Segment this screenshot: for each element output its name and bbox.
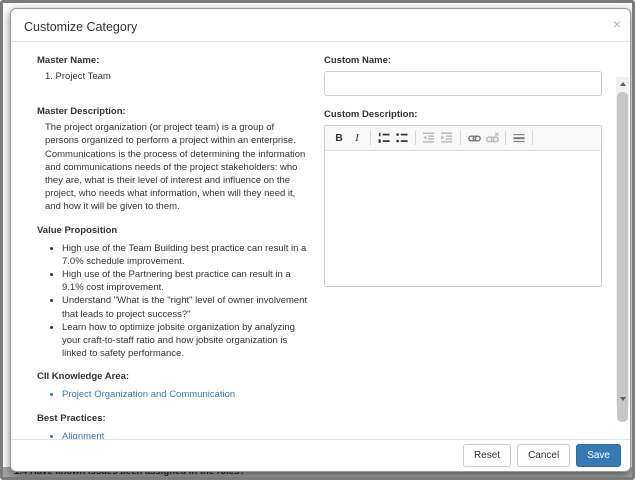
- knowledge-area-link[interactable]: Project Organization and Communication: [62, 389, 235, 400]
- custom-description-editor[interactable]: [325, 151, 601, 286]
- unlink-button[interactable]: [483, 129, 501, 147]
- cii-knowledge-area-list: Project Organization and Communication: [37, 388, 309, 401]
- scroll-up-arrow[interactable]: [616, 77, 629, 91]
- indent-button[interactable]: [438, 129, 456, 147]
- master-description-label: Master Description:: [37, 106, 126, 118]
- arrow-down-icon: [619, 397, 626, 401]
- best-practice-link-alignment[interactable]: Alignment: [62, 431, 104, 439]
- master-name-label: Master Name:: [37, 55, 100, 66]
- custom-name-label: Custom Name:: [324, 55, 392, 66]
- close-icon[interactable]: ×: [613, 17, 621, 31]
- reset-button[interactable]: Reset: [462, 444, 512, 467]
- browser-frame: 1.4 Have known issues been assigned in t…: [0, 0, 635, 480]
- unordered-list-icon: [396, 133, 408, 143]
- cii-knowledge-area-label: CII Knowledge Area:: [37, 371, 130, 383]
- list-item: Alignment: [62, 430, 309, 439]
- italic-icon: I: [355, 132, 359, 144]
- dialog-header: Customize Category ×: [11, 9, 630, 42]
- bold-button[interactable]: B: [330, 129, 348, 147]
- link-button[interactable]: [465, 129, 483, 147]
- toolbar-separator: [460, 131, 461, 145]
- list-item: Understand "What is the "right" level of…: [62, 294, 309, 320]
- editor-toolbar: B I: [325, 126, 601, 151]
- unlink-icon: [485, 131, 499, 142]
- outdent-icon: [423, 132, 435, 143]
- master-info-panel: Master Name: 1. Project Team Master Desc…: [37, 54, 309, 439]
- horizontal-rule-button[interactable]: [510, 129, 528, 147]
- list-item: Learn how to optimize jobsite organizati…: [62, 321, 309, 361]
- ordered-list-icon: [378, 132, 390, 143]
- best-practices-label: Best Practices:: [37, 412, 106, 424]
- master-name-value: 1. Project Team: [45, 71, 111, 82]
- link-icon: [467, 134, 481, 142]
- list-item: High use of the Partnering best practice…: [62, 268, 309, 294]
- dialog-body: Master Name: 1. Project Team Master Desc…: [11, 43, 630, 439]
- dialog-footer: Reset Cancel Save: [11, 439, 630, 471]
- list-item: Project Organization and Communication: [62, 388, 309, 401]
- value-proposition-list: High use of the Team Building best pract…: [37, 242, 309, 361]
- dialog-title: Customize Category: [24, 20, 138, 34]
- cancel-button[interactable]: Cancel: [517, 444, 571, 467]
- indent-icon: [441, 132, 453, 143]
- arrow-up-icon: [619, 82, 626, 86]
- custom-name-input[interactable]: [324, 71, 602, 96]
- bold-icon: B: [335, 132, 343, 144]
- customize-category-dialog: Customize Category × Master Name: 1. Pro…: [10, 8, 631, 472]
- toolbar-separator: [505, 131, 506, 145]
- custom-fields-panel: Custom Name: Custom Description: B I: [324, 54, 602, 439]
- outdent-button[interactable]: [420, 129, 438, 147]
- master-description-text: The project organization (or project tea…: [45, 122, 306, 213]
- scroll-down-arrow[interactable]: [616, 392, 629, 406]
- vertical-scrollbar[interactable]: [616, 77, 629, 422]
- toolbar-separator: [415, 131, 416, 145]
- horizontal-rule-icon: [513, 134, 525, 143]
- unordered-list-button[interactable]: [393, 129, 411, 147]
- ordered-list-button[interactable]: [375, 129, 393, 147]
- toolbar-separator: [532, 131, 533, 145]
- list-item: High use of the Team Building best pract…: [62, 242, 309, 268]
- toolbar-separator: [370, 131, 371, 145]
- best-practices-list: Alignment Team Building: [37, 430, 309, 439]
- italic-button[interactable]: I: [348, 129, 366, 147]
- scrollbar-thumb[interactable]: [617, 92, 628, 422]
- custom-description-label: Custom Description:: [324, 109, 418, 120]
- save-button[interactable]: Save: [576, 444, 621, 467]
- value-proposition-label: Value Proposition: [37, 224, 118, 236]
- rich-text-editor: B I: [324, 125, 602, 287]
